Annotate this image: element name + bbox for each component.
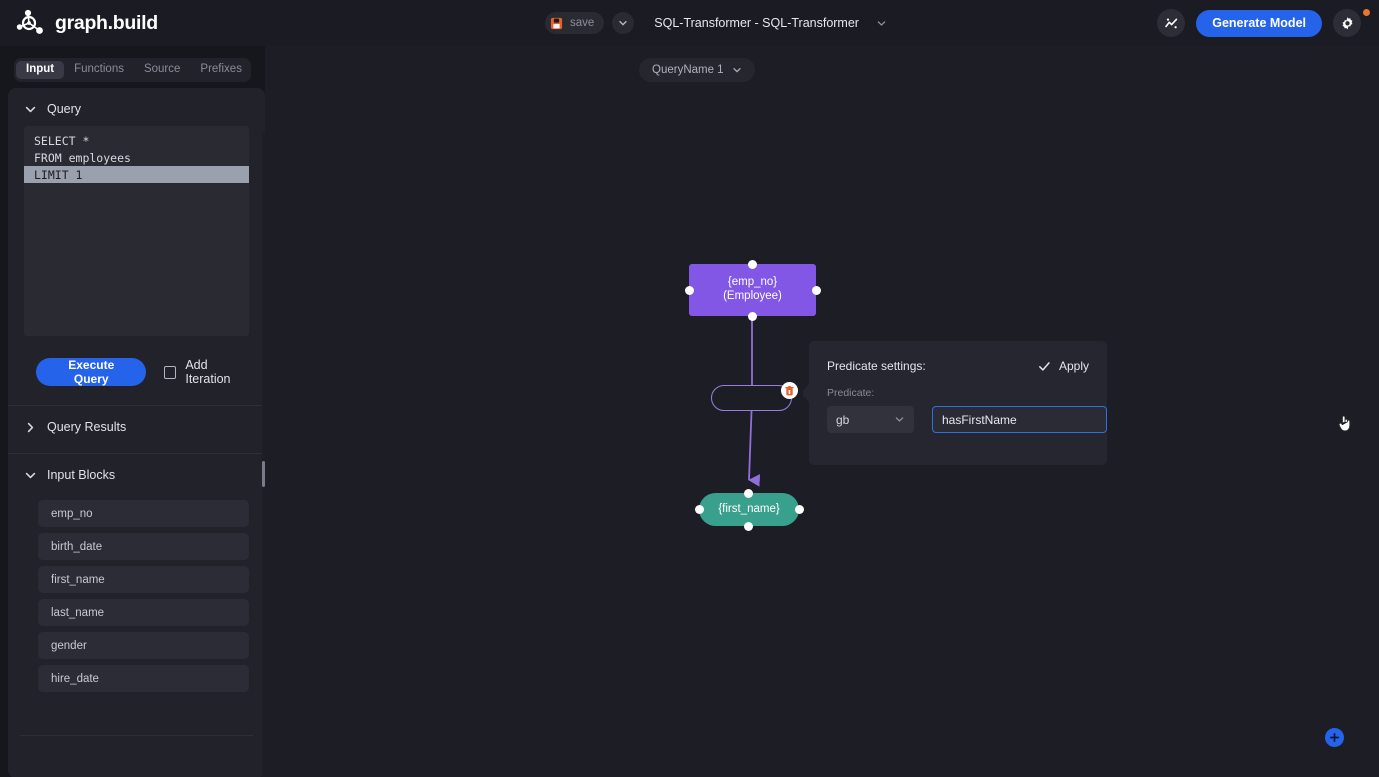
input-block-label: gender (51, 640, 87, 652)
document-title: SQL-Transformer - SQL-Transformer (654, 16, 859, 30)
pointer-hand-icon (1337, 414, 1353, 432)
chevron-down-icon (732, 65, 742, 75)
predicate-panel-title: Predicate settings: (827, 359, 926, 373)
query-name-tab[interactable]: QueryName 1 (639, 58, 755, 82)
top-bar-right: Generate Model (1157, 0, 1361, 46)
tab-prefixes[interactable]: Prefixes (190, 61, 252, 79)
chevron-right-icon (24, 421, 37, 434)
node-label-line2: (Employee) (723, 290, 782, 304)
generate-model-button[interactable]: Generate Model (1196, 10, 1322, 37)
chevron-down-icon (618, 18, 628, 28)
save-label: save (570, 17, 594, 29)
input-blocks-list: emp_no birth_date first_name last_name g… (8, 492, 265, 692)
chevron-down-icon (894, 414, 905, 425)
node-handle-right[interactable] (795, 505, 804, 514)
sidebar-panel: Query SELECT * FROM employees LIMIT 1 Ex… (8, 88, 265, 777)
code-line: LIMIT 1 (24, 166, 249, 183)
check-icon (1038, 360, 1051, 373)
code-line: FROM employees (24, 149, 249, 166)
chevron-down-icon (24, 469, 37, 482)
plus-icon (1328, 731, 1341, 744)
list-item[interactable]: first_name (38, 566, 249, 593)
chevron-down-icon (24, 103, 37, 116)
list-item[interactable]: last_name (38, 599, 249, 626)
input-block-label: first_name (51, 574, 105, 586)
graph-node-first-name[interactable]: {first_name} (699, 493, 799, 526)
analytics-button[interactable] (1157, 9, 1185, 37)
execute-query-button[interactable]: Execute Query (36, 358, 146, 386)
query-section-title: Query (47, 102, 81, 116)
query-actions: Execute Query Add Iteration (8, 336, 265, 386)
input-block-label: birth_date (51, 541, 102, 553)
gear-icon (1340, 16, 1355, 31)
graph-node-employee[interactable]: {emp_no} (Employee) (689, 264, 816, 316)
list-item[interactable]: hire_date (38, 665, 249, 692)
node-handle-left[interactable] (695, 505, 704, 514)
add-node-button[interactable] (1325, 728, 1344, 747)
node-handle-bottom[interactable] (748, 312, 757, 321)
node-handle-bottom[interactable] (744, 522, 753, 531)
brand-name: graph.build (55, 12, 158, 35)
sidebar: Input Functions Source Prefixes Query SE… (0, 46, 265, 777)
graph-canvas[interactable]: QueryName 1 {emp_no} (Employee) (265, 46, 1379, 777)
chevron-down-icon (876, 18, 887, 29)
save-button[interactable]: save (545, 12, 604, 34)
molecule-graph-icon (16, 9, 46, 37)
node-handle-top[interactable] (748, 260, 757, 269)
input-blocks-title: Input Blocks (47, 468, 115, 482)
predicate-prefix-value: gb (836, 413, 849, 427)
edge-delete-button[interactable] (781, 382, 798, 399)
predicate-controls: gb (809, 399, 1107, 433)
tab-functions[interactable]: Functions (64, 61, 134, 79)
query-name-label: QueryName 1 (652, 64, 724, 76)
add-iteration-checkbox[interactable]: Add Iteration (164, 358, 249, 386)
node-handle-left[interactable] (685, 286, 694, 295)
brand[interactable]: graph.build (0, 9, 158, 37)
input-block-label: last_name (51, 607, 104, 619)
node-handle-top[interactable] (744, 489, 753, 498)
code-line: SELECT * (24, 132, 249, 149)
node-handle-right[interactable] (812, 286, 821, 295)
input-block-label: emp_no (51, 508, 93, 520)
input-blocks-section-header[interactable]: Input Blocks (8, 454, 265, 492)
divider (20, 735, 253, 736)
tab-source[interactable]: Source (134, 61, 190, 79)
predicate-prefix-select[interactable]: gb (827, 406, 914, 433)
list-item[interactable]: gender (38, 632, 249, 659)
analytics-trend-icon (1164, 16, 1179, 31)
predicate-panel-header: Predicate settings: Apply (809, 341, 1107, 373)
predicate-field-label: Predicate: (809, 373, 1107, 399)
add-iteration-label: Add Iteration (185, 358, 249, 386)
query-editor[interactable]: SELECT * FROM employees LIMIT 1 (24, 126, 249, 336)
top-bar: graph.build save SQL-Transformer - SQL-T… (0, 0, 1379, 46)
query-results-title: Query Results (47, 420, 126, 434)
sidebar-tabs: Input Functions Source Prefixes (14, 58, 251, 82)
save-options-button[interactable] (612, 12, 634, 34)
query-section-header[interactable]: Query (8, 88, 265, 126)
trash-icon (785, 386, 794, 396)
document-title-dropdown[interactable] (876, 18, 887, 29)
predicate-name-input[interactable] (932, 406, 1107, 433)
edge-label[interactable] (711, 385, 792, 411)
query-results-section-header[interactable]: Query Results (8, 406, 265, 444)
settings-button[interactable] (1333, 9, 1361, 37)
node-label: {first_name} (718, 503, 779, 517)
list-item[interactable]: emp_no (38, 500, 249, 527)
node-label-line1: {emp_no} (723, 276, 782, 290)
apply-button[interactable]: Apply (1038, 359, 1089, 373)
predicate-settings-panel: Predicate settings: Apply Predicate: gb (809, 341, 1107, 465)
top-bar-center: save SQL-Transformer - SQL-Transformer (545, 0, 887, 46)
floppy-disk-icon (550, 17, 563, 30)
apply-label: Apply (1059, 359, 1089, 373)
input-block-label: hire_date (51, 673, 99, 685)
tab-input[interactable]: Input (16, 61, 64, 79)
list-item[interactable]: birth_date (38, 533, 249, 560)
checkbox-box (164, 366, 176, 379)
notification-dot (1363, 9, 1370, 16)
